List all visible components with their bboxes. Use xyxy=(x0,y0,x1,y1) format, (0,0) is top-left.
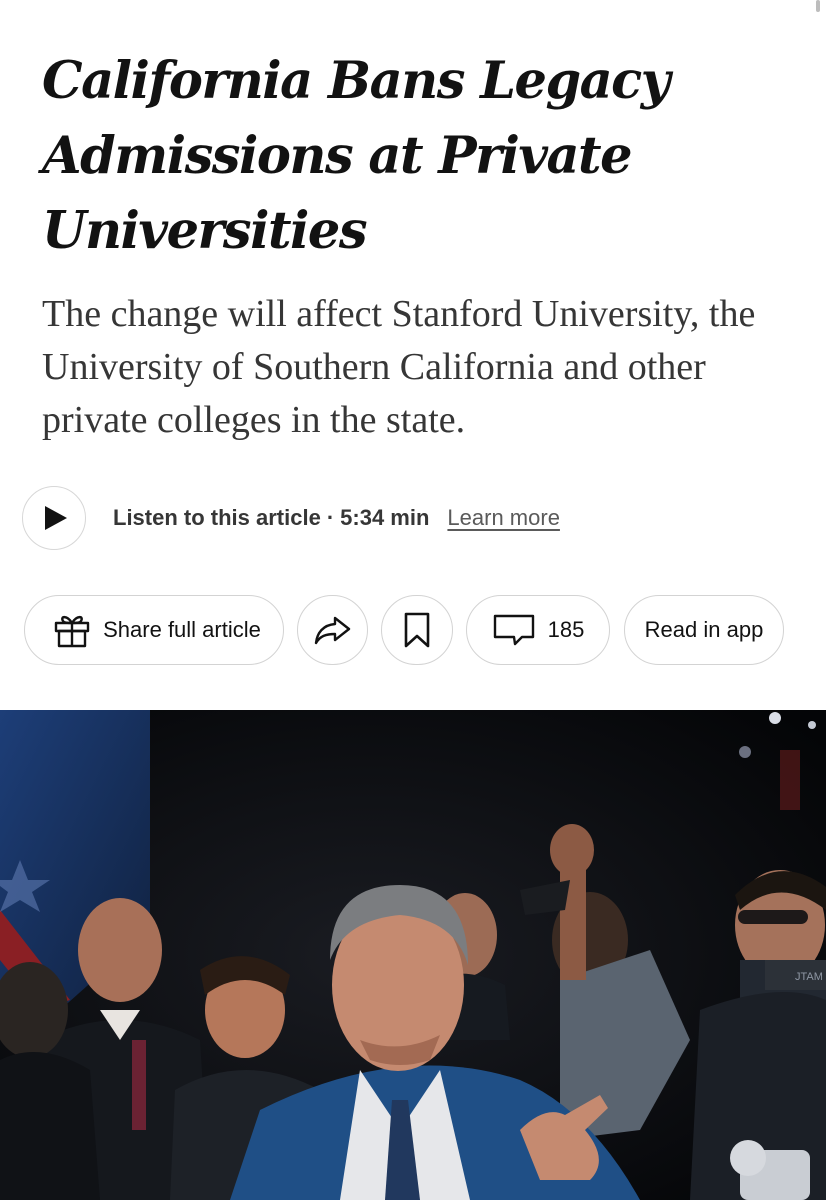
share-full-article-button[interactable]: Share full article xyxy=(24,595,284,665)
scroll-indicator[interactable] xyxy=(816,0,820,12)
share-arrow-icon xyxy=(314,616,350,645)
play-icon xyxy=(45,506,67,530)
article-photo-illustration: JTAM xyxy=(0,710,826,1200)
save-article-button[interactable] xyxy=(381,595,453,665)
read-in-app-label: Read in app xyxy=(644,617,764,642)
gift-icon xyxy=(54,615,90,648)
audio-player: Listen to this article · 5:34 min Learn … xyxy=(22,484,802,552)
listen-label: Listen to this article xyxy=(113,505,321,530)
bookmark-icon xyxy=(404,612,430,648)
play-button[interactable] xyxy=(22,486,86,550)
share-full-article-label: Share full article xyxy=(103,617,261,642)
comment-icon xyxy=(493,614,534,646)
summary: The change will affect Stanford Universi… xyxy=(42,293,756,441)
article-toolbar: Share full article 185 Read in app xyxy=(0,595,826,667)
article-photo: JTAM xyxy=(0,710,826,1200)
learn-more-link[interactable]: Learn more xyxy=(447,505,560,531)
share-button[interactable] xyxy=(297,595,368,665)
comments-button[interactable]: 185 xyxy=(466,595,610,665)
read-in-app-button[interactable]: Read in app xyxy=(624,595,784,665)
headline: California Bans Legacy Admissions at Pri… xyxy=(42,51,670,261)
camera-label: JTAM xyxy=(795,971,823,983)
comments-count: 185 xyxy=(547,617,585,642)
audio-duration: 5:34 min xyxy=(340,505,430,530)
listen-separator: · xyxy=(326,505,335,530)
